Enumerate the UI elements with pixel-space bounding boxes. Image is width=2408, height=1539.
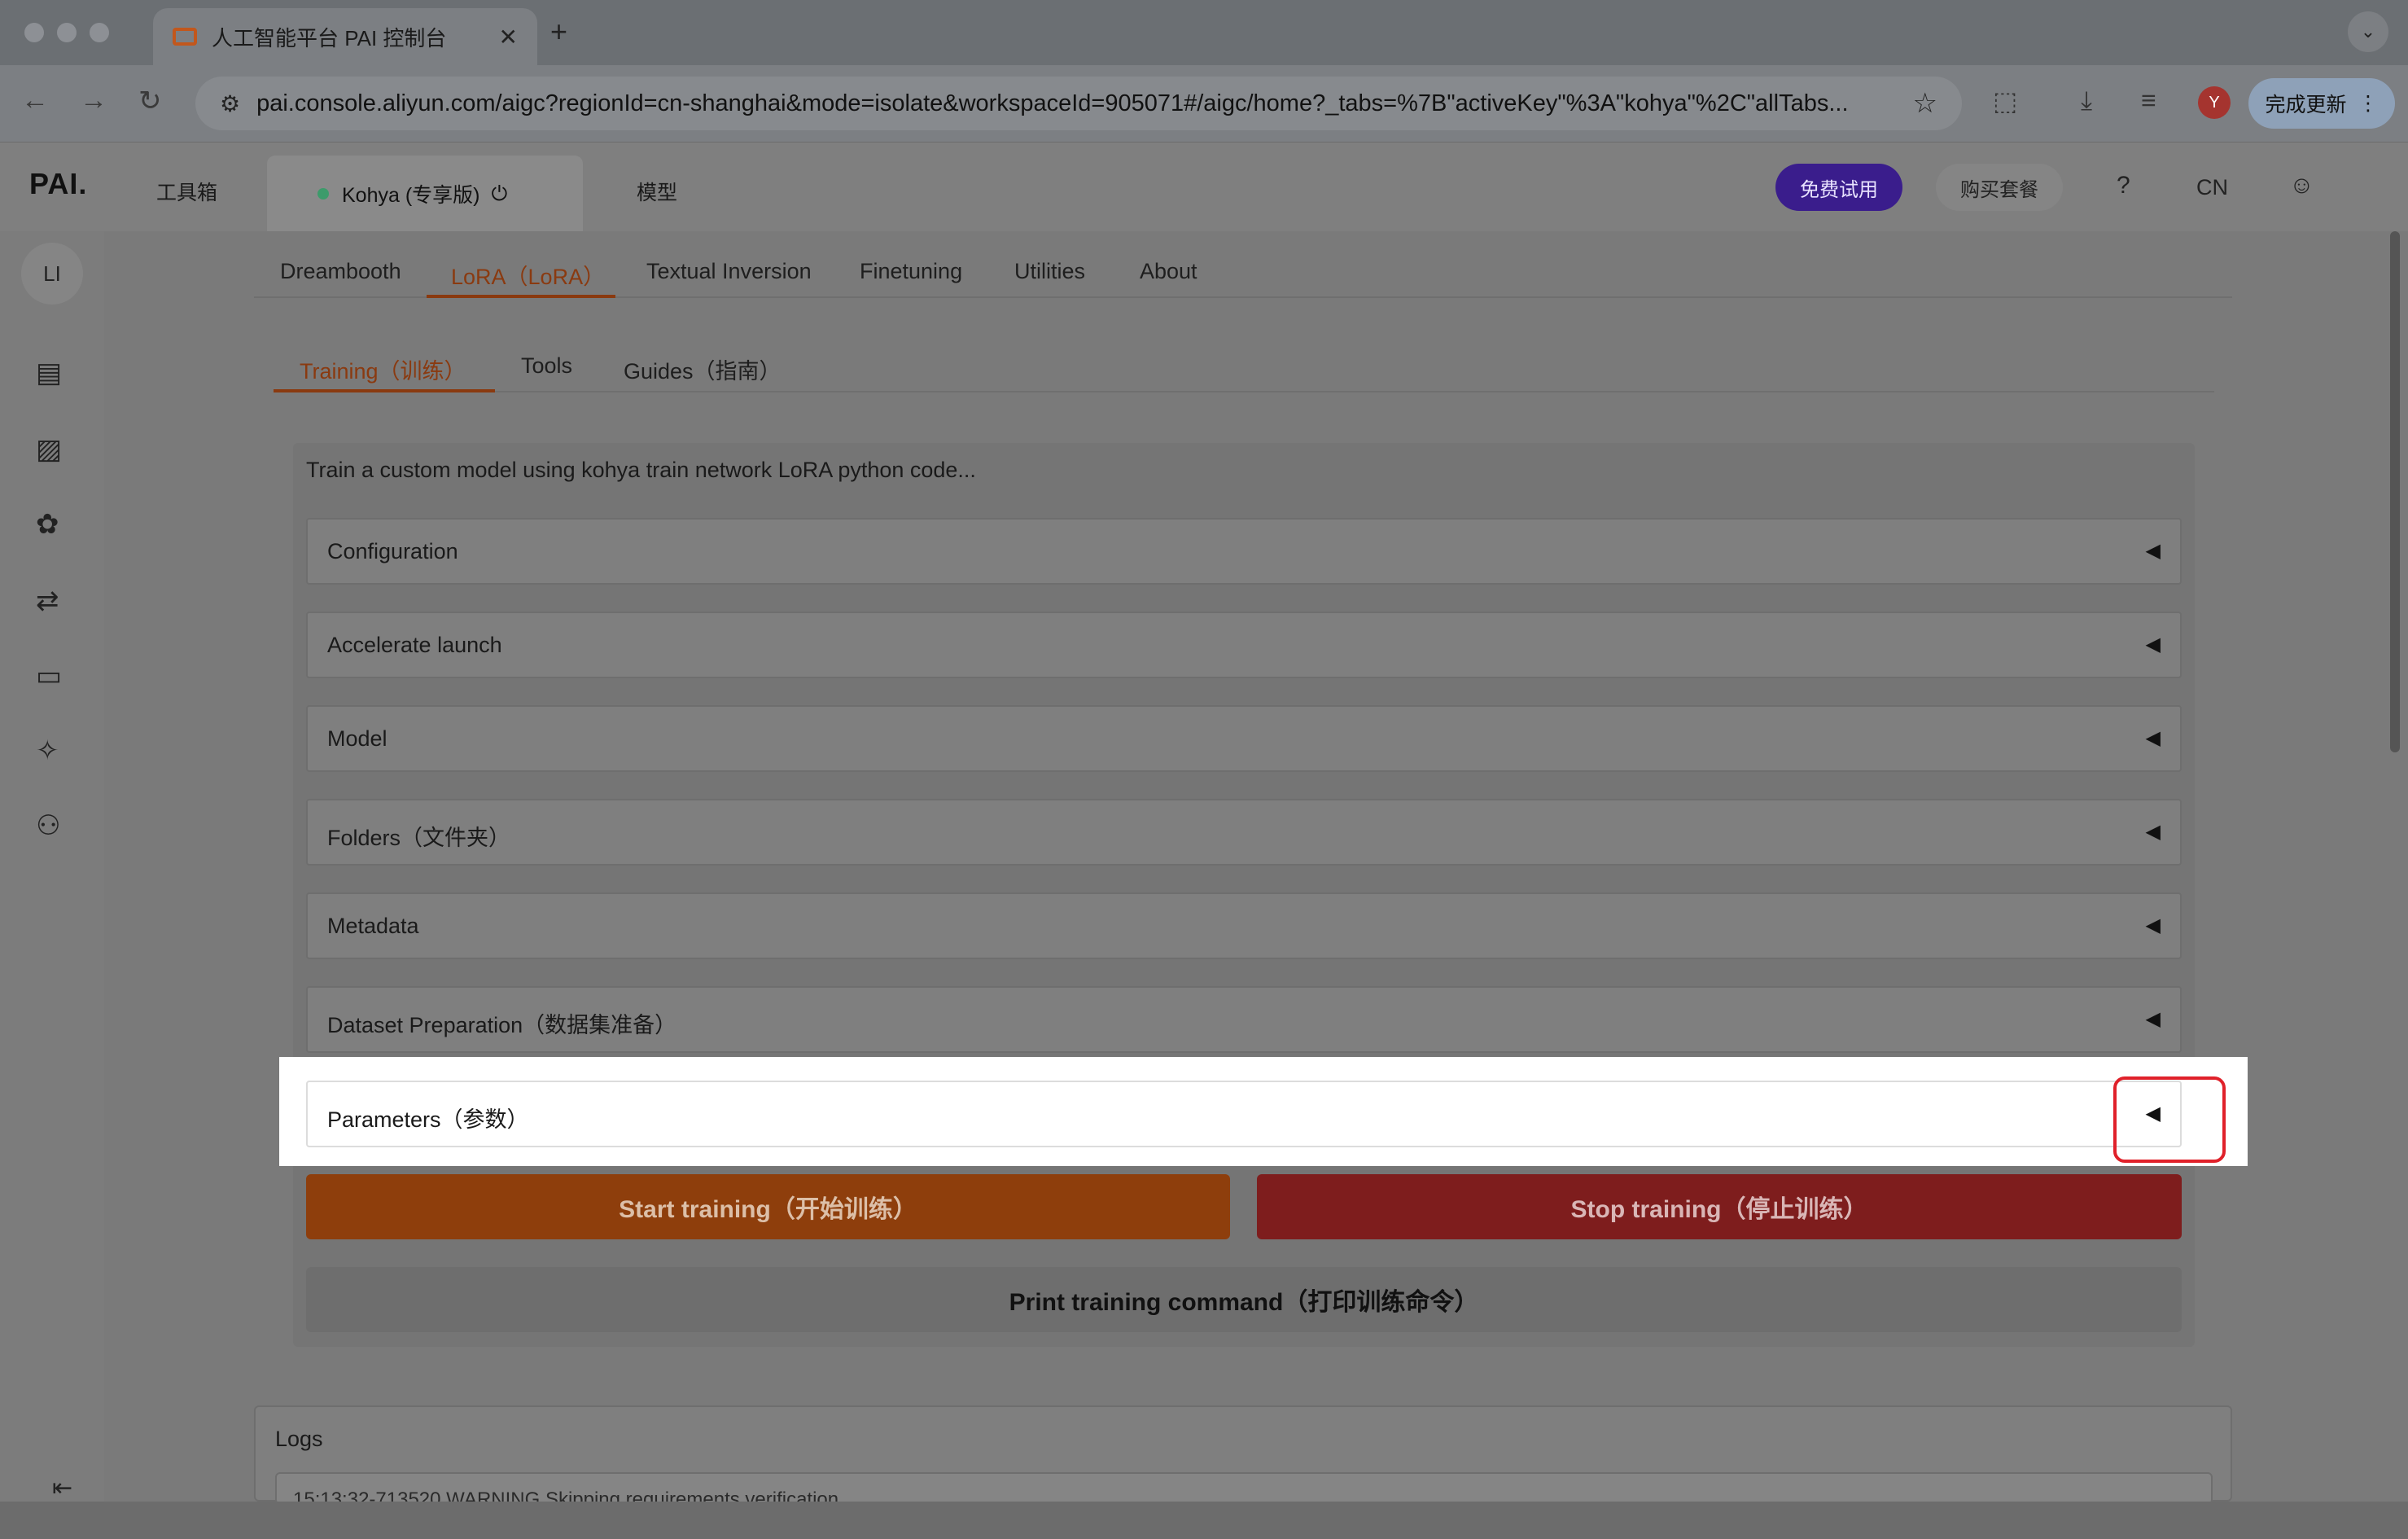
free-trial-button[interactable]: 免费试用 <box>1775 164 1902 211</box>
address-bar[interactable]: ⚙ pai.console.aliyun.com/aigc?regionId=c… <box>195 77 1962 130</box>
accordion-configuration[interactable]: Configuration ◀ <box>306 518 2182 585</box>
secondary-tabs: Training（训练） Tools Guides（指南） <box>274 335 2214 392</box>
print-training-command-button[interactable]: Print training command（打印训练命令） <box>306 1267 2182 1332</box>
accordion-label: Model <box>327 726 387 751</box>
tab-kohya[interactable]: Kohya (专享版) ⏻ <box>267 156 583 232</box>
accordion-model[interactable]: Model ◀ <box>306 705 2182 772</box>
gallery-icon[interactable]: ▨ <box>36 433 62 466</box>
caret-left-icon[interactable]: ◀ <box>2146 633 2161 656</box>
url-text[interactable]: pai.console.aliyun.com/aigc?regionId=cn-… <box>256 90 1896 117</box>
pai-logo[interactable]: PAI. <box>29 167 87 201</box>
bottom-bar <box>0 1502 2408 1539</box>
tab-about[interactable]: About <box>1140 259 1197 284</box>
browser-tab[interactable]: 人工智能平台 PAI 控制台 ✕ <box>153 8 537 65</box>
zoom-window-button[interactable] <box>90 23 109 42</box>
site-settings-icon[interactable]: ⚙ <box>220 90 240 117</box>
logs-textbox[interactable]: 15:13:32-713520 WARNING Skipping require… <box>275 1472 2213 1505</box>
user-settings-icon[interactable]: ⚇ <box>36 809 60 842</box>
accordion-metadata[interactable]: Metadata ◀ <box>306 892 2182 959</box>
browser-tab-title: 人工智能平台 PAI 控制台 <box>212 25 447 50</box>
highlight-box <box>2113 1076 2226 1163</box>
profile-avatar[interactable]: Y <box>2198 86 2231 119</box>
sparkle-icon[interactable]: ✧ <box>36 734 59 767</box>
chat-icon[interactable]: ▭ <box>36 660 62 692</box>
models-icon[interactable]: ✿ <box>36 508 59 541</box>
tab-tools[interactable]: Tools <box>521 353 572 379</box>
tab-finetuning[interactable]: Finetuning <box>860 259 962 284</box>
stop-training-button[interactable]: Stop training（停止训练） <box>1257 1174 2182 1239</box>
tab-guides[interactable]: Guides（指南） <box>624 353 782 385</box>
tab-textual-inversion[interactable]: Textual Inversion <box>646 259 812 284</box>
caret-left-icon[interactable]: ◀ <box>2146 820 2161 844</box>
caret-left-icon[interactable]: ◀ <box>2146 914 2161 937</box>
accordion-parameters[interactable]: Parameters（参数） ◀ <box>306 1081 2182 1147</box>
tab-training[interactable]: Training（训练） <box>300 353 466 385</box>
accordion-label: Metadata <box>327 914 419 938</box>
tab-utilities[interactable]: Utilities <box>1014 259 1085 284</box>
caret-left-icon[interactable]: ◀ <box>2146 1007 2161 1031</box>
accordion-folders[interactable]: Folders（文件夹） ◀ <box>306 799 2182 866</box>
language-switch[interactable]: CN <box>2196 175 2228 200</box>
caret-left-icon[interactable]: ◀ <box>2146 539 2161 563</box>
back-icon[interactable]: ← <box>21 85 49 116</box>
accordion-label: Parameters（参数） <box>327 1107 529 1132</box>
workspace-avatar[interactable]: LI <box>21 243 83 305</box>
extensions-icon[interactable]: ⬚ <box>1993 86 2017 116</box>
tab-lora[interactable]: LoRA（LoRA） <box>451 259 605 291</box>
update-button[interactable]: 完成更新 ⋮ <box>2248 78 2395 129</box>
logs-panel: Logs 15:13:32-713520 WARNING Skipping re… <box>254 1405 2232 1505</box>
active-subtab-indicator <box>274 389 495 392</box>
active-tab-indicator <box>427 295 615 298</box>
start-training-button[interactable]: Start training（开始训练） <box>306 1174 1230 1239</box>
close-tab-icon[interactable]: ✕ <box>499 24 518 50</box>
toolbox-icon[interactable]: ▤ <box>36 357 62 389</box>
minimize-window-button[interactable] <box>57 23 77 42</box>
star-icon[interactable]: ☆ <box>1913 87 1937 120</box>
forward-icon[interactable]: → <box>80 85 107 116</box>
user-icon[interactable]: ☺ <box>2289 172 2314 200</box>
accordion-label: Configuration <box>327 539 458 563</box>
accordion-label: Dataset Preparation（数据集准备） <box>327 1013 677 1037</box>
aliyun-favicon-icon <box>173 28 197 46</box>
buy-plan-button[interactable]: 购买套餐 <box>1936 164 2063 211</box>
accordion-dataset-preparation[interactable]: Dataset Preparation（数据集准备） ◀ <box>306 986 2182 1053</box>
media-icon[interactable]: ≡ <box>2141 86 2156 116</box>
tab-dreambooth[interactable]: Dreambooth <box>280 259 401 284</box>
new-tab-icon[interactable]: + <box>550 15 567 49</box>
scrollbar[interactable] <box>2390 231 2400 752</box>
update-label: 完成更新 <box>2265 94 2347 116</box>
accordion-label: Accelerate launch <box>327 633 502 657</box>
training-description: Train a custom model using kohya train n… <box>306 458 976 482</box>
logs-label: Logs <box>275 1427 323 1451</box>
nav-toolbox[interactable]: 工具箱 <box>156 177 217 206</box>
workflow-icon[interactable]: ⇄ <box>36 585 59 617</box>
tab-kohya-label: Kohya (专享版) <box>342 184 480 207</box>
close-window-button[interactable] <box>24 23 44 42</box>
primary-tabs: Dreambooth LoRA（LoRA） Textual Inversion … <box>254 241 2232 298</box>
accordion-label: Folders（文件夹） <box>327 826 511 850</box>
caret-left-icon[interactable]: ◀ <box>2146 726 2161 750</box>
help-icon[interactable]: ? <box>2117 172 2130 200</box>
left-sidebar <box>0 231 104 1502</box>
tab-search-icon[interactable]: ⌄ <box>2348 11 2388 52</box>
download-icon[interactable]: ⤓ <box>2081 86 2092 116</box>
nav-models[interactable]: 模型 <box>637 177 677 206</box>
browser-tab-bar: 人工智能平台 PAI 控制台 ✕ + ⌄ <box>0 0 2408 65</box>
accordion-accelerate-launch[interactable]: Accelerate launch ◀ <box>306 612 2182 678</box>
power-icon[interactable]: ⏻ <box>491 182 507 206</box>
app-header: PAI. 工具箱 Kohya (专享版) ⏻ 模型 免费试用 购买套餐 ? CN… <box>0 142 2408 232</box>
reload-icon[interactable]: ↻ <box>138 85 162 117</box>
collapse-sidebar-icon[interactable]: ⇤ <box>52 1474 72 1502</box>
status-dot-icon <box>317 188 329 200</box>
more-icon: ⋮ <box>2358 92 2379 115</box>
